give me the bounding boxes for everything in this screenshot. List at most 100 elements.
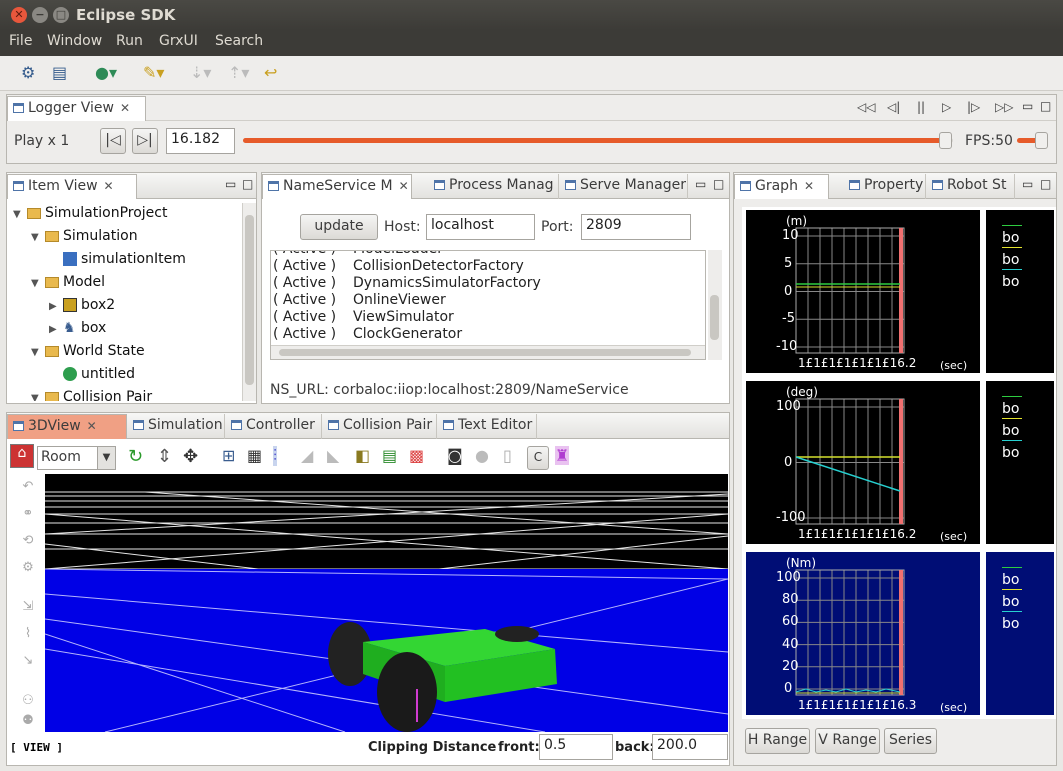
tree-scrollbar[interactable] (242, 203, 256, 401)
walk-icon[interactable]: ⚇ (18, 693, 38, 713)
expand-toggle-icon[interactable]: ▼ (13, 209, 27, 220)
graph-plot[interactable]: (m) 10 5 0 -5 -10 1£1£1£1£1£1£16.2 (sec) (746, 210, 980, 373)
maximize-icon[interactable]: □ (1040, 177, 1051, 191)
pause-icon[interactable]: || (917, 100, 925, 114)
tab-process-manager[interactable]: Process Manag (429, 174, 559, 199)
wireframe-icon[interactable]: ⫶ (273, 446, 278, 466)
rewind-fast-icon[interactable]: ◁◁ (857, 100, 875, 114)
front-field[interactable]: 0.5 (539, 734, 613, 760)
service-row[interactable]: ( Active ) ClockGenerator (271, 326, 462, 342)
tree-item[interactable]: ▶ ♞ box (49, 320, 106, 336)
move-icon[interactable]: ⇲ (18, 599, 38, 619)
tab-controller[interactable]: Controller (226, 414, 322, 439)
expand-toggle-icon[interactable]: ▼ (31, 347, 45, 358)
box-icon[interactable]: ◧ (355, 446, 370, 465)
tab-3dview[interactable]: 3DView ✕ (7, 414, 127, 439)
menu-file[interactable]: File (9, 33, 32, 49)
close-window-button[interactable]: ✕ (11, 7, 27, 23)
c-button[interactable]: C (527, 446, 549, 470)
arm-icon[interactable]: ⌇ (18, 626, 38, 646)
maximize-icon[interactable]: □ (1040, 99, 1051, 113)
graph-icon[interactable]: ▩ (409, 446, 424, 465)
tree-item[interactable]: ▼ Model (31, 274, 105, 290)
service-row[interactable]: ( Active ) OnlineViewer (271, 292, 446, 308)
nav-up-icon[interactable]: ⇡▾ (228, 64, 249, 82)
collision-icon[interactable]: ▤ (382, 446, 397, 465)
rotate-icon[interactable]: ↻ (128, 446, 143, 467)
update-button[interactable]: update (300, 214, 378, 240)
joint-icon[interactable]: ⚭ (18, 506, 38, 526)
series-button[interactable]: Series (884, 728, 937, 754)
tree-item[interactable]: untitled (49, 366, 135, 382)
tab-item-view[interactable]: Item View ✕ (7, 174, 137, 199)
minimize-icon[interactable]: ▭ (1022, 99, 1033, 113)
fps-slider-thumb[interactable] (1035, 132, 1048, 149)
expand-toggle-icon[interactable]: ▼ (31, 393, 45, 401)
service-row[interactable]: ( Active ) CollisionDetectorFactory (271, 258, 524, 274)
menu-window[interactable]: Window (47, 33, 102, 49)
time-slider[interactable] (243, 132, 953, 149)
tree-item[interactable]: ▼ World State (31, 343, 145, 359)
maximize-icon[interactable]: □ (242, 177, 253, 191)
host-field[interactable]: localhost (426, 214, 535, 240)
close-icon[interactable]: ✕ (120, 101, 130, 115)
3d-scene[interactable] (45, 474, 728, 732)
minimize-icon[interactable]: ▭ (225, 177, 236, 191)
run-icon[interactable]: ●▾ (95, 64, 117, 82)
tab-logger-view[interactable]: Logger View ✕ (7, 96, 146, 121)
fps-slider[interactable] (1017, 132, 1048, 149)
rotate-object-icon[interactable]: ⟲ (18, 533, 38, 553)
close-icon[interactable]: ✕ (104, 179, 114, 193)
v-range-button[interactable]: V Range (815, 728, 880, 754)
tree-item[interactable]: ▼ Collision Pair (31, 389, 152, 401)
tab-server-manager[interactable]: Serve Manager (560, 174, 688, 199)
maximize-icon[interactable]: □ (713, 177, 724, 191)
menu-grxui[interactable]: GrxUI (159, 33, 198, 49)
service-row[interactable]: ( Active ) DynamicsSimulatorFactory (271, 275, 541, 291)
close-icon[interactable]: ✕ (87, 419, 97, 433)
document-icon[interactable]: ▤ (52, 64, 67, 82)
perspective-icon[interactable]: ⚙ (21, 64, 35, 82)
list-hscrollbar[interactable] (271, 345, 705, 359)
zoom-icon[interactable]: ⇕ (157, 446, 172, 467)
list-vscrollbar[interactable] (708, 250, 722, 360)
pan-icon[interactable]: ✥ (183, 446, 198, 467)
expand-toggle-icon[interactable]: ▼ (31, 232, 45, 243)
tree-item[interactable]: ▶ box2 (49, 297, 115, 313)
expand-toggle-icon[interactable]: ▶ (49, 301, 63, 312)
back-field[interactable]: 200.0 (652, 734, 728, 760)
back-icon[interactable]: ↩ (264, 64, 277, 82)
tab-text-editor[interactable]: Text Editor (438, 414, 537, 439)
graph-plot[interactable]: (Nm) 100 80 60 40 20 0 1£1£1£1£1£1£16.3 (sec) (746, 552, 980, 715)
close-icon[interactable]: ✕ (804, 179, 814, 193)
menu-run[interactable]: Run (116, 33, 143, 49)
time-field[interactable]: 16.182 (166, 128, 235, 154)
maximize-window-button[interactable]: □ (53, 7, 69, 23)
h-range-button[interactable]: H Range (745, 728, 810, 754)
camera-icon[interactable]: ◙ (447, 446, 463, 465)
grid-icon[interactable]: ▦ (247, 446, 262, 465)
menu-search[interactable]: Search (215, 33, 263, 49)
tab-nameservice[interactable]: NameService M ✕ (262, 174, 412, 199)
home-icon[interactable]: ⌂ (10, 444, 34, 468)
hscroll-thumb[interactable] (279, 349, 691, 356)
minimize-window-button[interactable]: − (32, 7, 48, 23)
vscroll-thumb[interactable] (710, 295, 719, 340)
tree-scroll-thumb[interactable] (245, 215, 254, 385)
time-slider-thumb[interactable] (938, 132, 952, 149)
service-row[interactable]: ( Active )ModelLoader (271, 251, 443, 257)
camera-select[interactable]: Room ▼ (37, 446, 116, 470)
jump-start-button[interactable]: |◁ (100, 128, 126, 154)
tree-item[interactable]: ▼ Simulation (31, 228, 138, 244)
nav-down-icon[interactable]: ⇣▾ (190, 64, 211, 82)
expand-toggle-icon[interactable]: ▼ (31, 278, 45, 289)
step-icon[interactable]: ⚉ (18, 713, 38, 733)
tab-collision-pair[interactable]: Collision Pair (323, 414, 437, 439)
service-row[interactable]: ( Active ) ViewSimulator (271, 309, 454, 325)
step-back-icon[interactable]: ◁| (887, 100, 900, 114)
graph-plot[interactable]: (deg) 100 0 -100 1£1£1£1£1£1£16.2 (sec) (746, 381, 980, 544)
jump-end-button[interactable]: ▷| (132, 128, 158, 154)
tab-graph[interactable]: Graph ✕ (734, 174, 829, 199)
play-icon[interactable]: ▷ (942, 100, 951, 114)
minimize-icon[interactable]: ▭ (1022, 177, 1033, 191)
